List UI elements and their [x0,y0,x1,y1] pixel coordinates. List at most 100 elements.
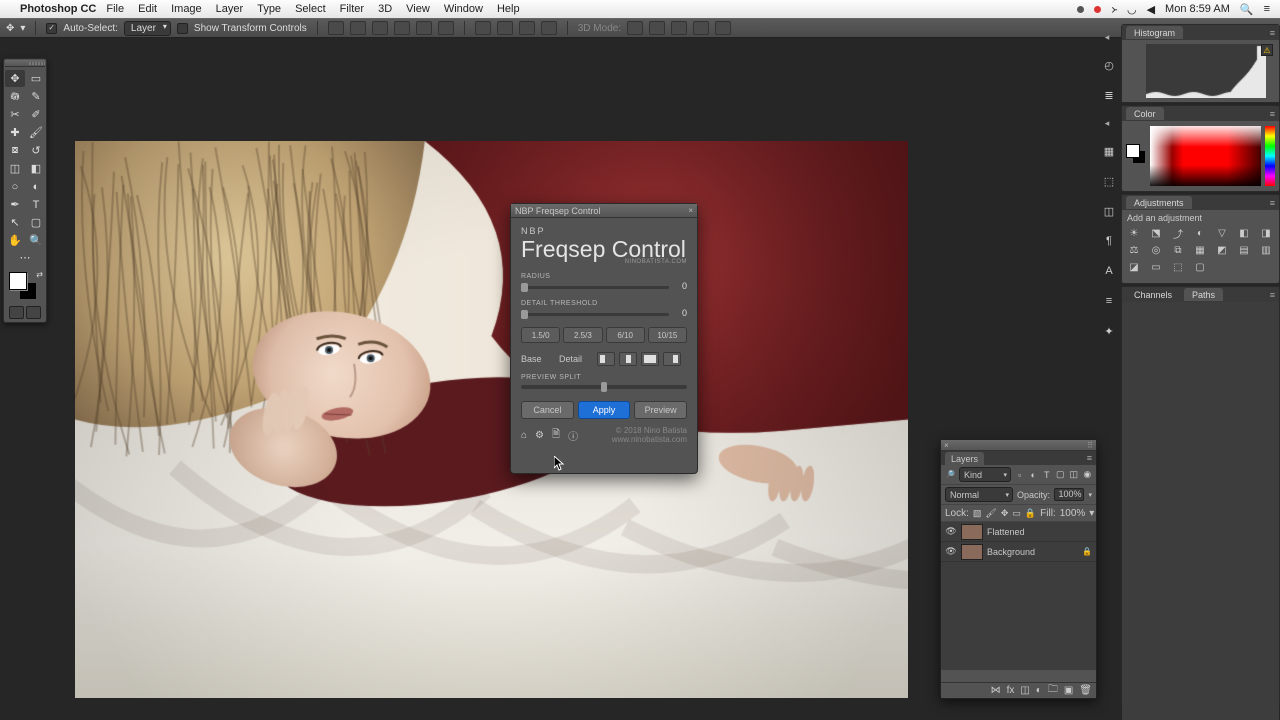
preview-button[interactable]: Preview [634,401,687,419]
channel-mixer-adjustment-icon[interactable]: ⧉ [1171,243,1185,257]
healing-tool-icon[interactable]: ✚ [5,124,25,141]
brightness-adjustment-icon[interactable]: ☀ [1127,226,1141,240]
crop-tool-icon[interactable]: ✂ [5,106,25,123]
eyedropper-tool-icon[interactable]: ✐ [26,106,46,123]
channels-tab[interactable]: Channels [1126,288,1180,301]
menu-3d[interactable]: 3D [378,3,392,15]
shape-tool-icon[interactable]: ▢ [26,214,46,231]
3d-slide-icon[interactable] [693,21,709,35]
radius-slider[interactable]: 0 [521,282,687,292]
visibility-icon[interactable]: 👁 [945,526,957,537]
home-icon[interactable]: ⌂ [521,430,527,441]
panel-menu-icon[interactable]: ≡ [1270,198,1275,208]
filter-pixel-icon[interactable]: ▫ [1015,469,1025,481]
menubar-bluetooth-icon[interactable]: ᚛ [1111,3,1117,16]
autoselect-checkbox[interactable] [46,23,57,34]
exposure-adjustment-icon[interactable]: ◐ [1193,226,1207,240]
preset-button[interactable]: 2.5/3 [563,327,602,343]
detail-threshold-slider[interactable]: 0 [521,309,687,319]
close-panel-icon[interactable]: × [944,441,949,450]
vibrance-adjustment-icon[interactable]: ▽ [1215,226,1229,240]
screen-mode-icon[interactable] [26,306,41,319]
3d-orbit-icon[interactable] [627,21,643,35]
align-left-icon[interactable] [328,21,344,35]
distribute-v-icon[interactable] [497,21,513,35]
pen-tool-icon[interactable]: ✒ [5,196,25,213]
posterize-adjustment-icon[interactable]: ▤ [1237,243,1251,257]
preset-button[interactable]: 10/15 [648,327,687,343]
selective-color-adjustment-icon[interactable]: ◪ [1127,260,1141,274]
help-icon[interactable]: ⓘ [568,428,578,443]
gear-icon[interactable]: ⚙ [535,430,544,441]
color-spectrum[interactable] [1150,126,1261,186]
color-balance-adjustment-icon[interactable]: ⚖ [1127,243,1141,257]
preview-split-slider[interactable] [521,385,687,389]
more-adjustment-icon[interactable]: ⬚ [1171,260,1185,274]
hand-tool-icon[interactable]: ✋ [5,232,25,249]
opacity-value[interactable]: 100% [1054,488,1084,501]
path-tool-icon[interactable]: ↖ [5,214,25,231]
layer-name[interactable]: Background [987,547,1035,557]
panel-grip-icon[interactable]: ⠿ [1087,441,1093,450]
layer-item[interactable]: 👁 Flattened [941,522,1096,542]
menu-type[interactable]: Type [257,3,281,15]
properties-panel-icon[interactable]: ◫ [1100,202,1118,220]
link-layers-icon[interactable]: ⋈ [991,685,1001,696]
marquee-tool-icon[interactable]: ▭ [26,70,46,87]
lock-position-icon[interactable]: ✥ [1001,507,1009,519]
fill-dropdown-icon[interactable]: ▾ [1089,508,1094,519]
type-tool-icon[interactable]: T [26,196,46,213]
filter-adjust-icon[interactable]: ◐ [1028,469,1038,481]
threshold-adjustment-icon[interactable]: ▥ [1259,243,1273,257]
menu-help[interactable]: Help [497,3,520,15]
fill-value[interactable]: 100% [1060,508,1086,519]
align-top-icon[interactable] [394,21,410,35]
menu-window[interactable]: Window [444,3,483,15]
invert-adjustment-icon[interactable]: ◩ [1215,243,1229,257]
fg-color-swatch[interactable] [9,272,27,290]
expand-panels-icon-2[interactable]: ◂ [1100,116,1114,130]
history-brush-tool-icon[interactable]: ↺ [26,142,46,159]
photo-filter-adjustment-icon[interactable]: ◎ [1149,243,1163,257]
stamp-tool-icon[interactable]: ⧇ [5,142,25,159]
menu-edit[interactable]: Edit [138,3,157,15]
preset-button[interactable]: 1.5/0 [521,327,560,343]
layer-fx-icon[interactable]: fx [1007,685,1015,696]
curves-adjustment-icon[interactable]: ⤴ [1171,226,1185,240]
cancel-button[interactable]: Cancel [521,401,574,419]
character-panel-icon[interactable]: ¶ [1100,232,1118,250]
menubar-wifi-icon[interactable]: ◡ [1127,3,1137,16]
move-tool-icon[interactable]: ✥ [5,70,25,87]
preset-button[interactable]: 6/10 [606,327,645,343]
view-mode-3-button[interactable] [641,352,659,366]
edit-toolbar-icon[interactable]: ⋯ [5,249,45,266]
group-icon[interactable]: 🗀 [1048,682,1058,699]
layer-thumbnail[interactable] [961,544,983,560]
blur-tool-icon[interactable]: ○ [5,178,25,195]
filter-toggle-icon[interactable]: ◉ [1083,469,1093,481]
document-icon[interactable]: 🗎 [552,427,560,444]
hue-adjustment-icon[interactable]: ◧ [1237,226,1251,240]
close-icon[interactable]: × [688,206,693,215]
expand-panels-icon[interactable]: ◂ [1100,30,1114,44]
histogram-warning-icon[interactable]: ⚠ [1261,44,1273,56]
paths-tab[interactable]: Paths [1184,288,1223,301]
histogram-tab[interactable]: Histogram [1126,26,1183,39]
distribute-3-icon[interactable] [519,21,535,35]
swatches-panel-icon[interactable]: ▦ [1100,142,1118,160]
panel-menu-icon[interactable]: ≡ [1270,28,1275,38]
view-mode-2-button[interactable] [619,352,637,366]
blend-mode-dropdown[interactable]: Normal [945,487,1013,502]
menu-filter[interactable]: Filter [340,3,364,15]
panel-menu-icon[interactable]: ≡ [1087,453,1092,463]
lock-transparency-icon[interactable]: ▧ [973,507,982,519]
opacity-dropdown-icon[interactable]: ▾ [1088,491,1092,499]
delete-layer-icon[interactable]: 🗑 [1079,685,1092,696]
gradient-map-adjustment-icon[interactable]: ▭ [1149,260,1163,274]
menubar-status-icon[interactable] [1077,6,1084,13]
menu-view[interactable]: View [406,3,430,15]
menu-select[interactable]: Select [295,3,326,15]
levels-adjustment-icon[interactable]: ⬔ [1149,226,1163,240]
visibility-icon[interactable]: 👁 [945,546,957,557]
brush-tool-icon[interactable]: 🖌 [26,124,46,141]
